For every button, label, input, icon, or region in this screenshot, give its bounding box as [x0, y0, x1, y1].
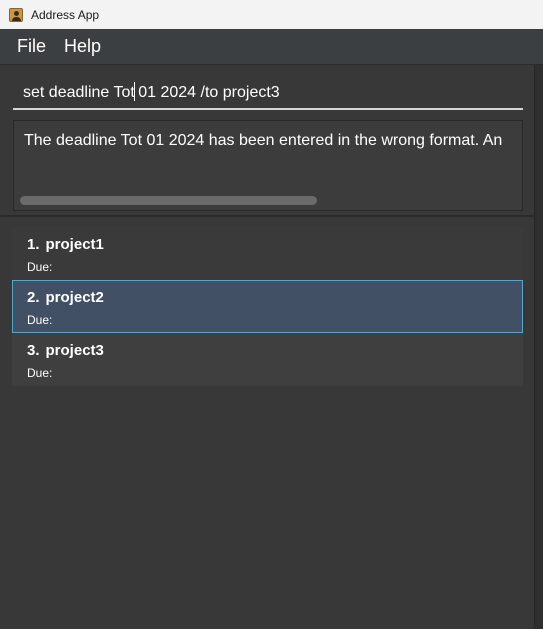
- main-content: set deadline Tot 01 2024 /to project3 Th…: [0, 65, 534, 629]
- address-book-icon: [9, 7, 23, 22]
- split-divider[interactable]: [0, 215, 534, 217]
- menu-file[interactable]: File: [8, 36, 55, 57]
- project-index: 1.: [27, 236, 40, 253]
- project-name: project3: [45, 342, 104, 359]
- project-name: project2: [45, 289, 104, 306]
- command-text-before-caret: set deadline Tot: [23, 84, 135, 101]
- project-due-label: Due:: [27, 313, 53, 327]
- result-display: The deadline Tot 01 2024 has been entere…: [13, 120, 523, 211]
- project-name: project1: [45, 236, 104, 253]
- project-card-selected[interactable]: 2. project2 Due:: [12, 280, 523, 333]
- result-message: The deadline Tot 01 2024 has been entere…: [24, 132, 503, 149]
- project-index: 3.: [27, 342, 40, 359]
- horizontal-scrollbar[interactable]: [20, 196, 317, 205]
- project-list: 1. project1 Due: 2. project2 Due: 3. projec…: [12, 227, 523, 386]
- title-bar: Address App: [0, 0, 543, 29]
- menu-bar: File Help: [0, 29, 543, 65]
- menu-help[interactable]: Help: [55, 36, 110, 57]
- project-index: 2.: [27, 289, 40, 306]
- app-window: File Help set deadline Tot 01 2024 /to p…: [0, 29, 543, 629]
- command-box[interactable]: set deadline Tot 01 2024 /to project3: [13, 73, 523, 110]
- vertical-scrollbar-track[interactable]: [534, 65, 543, 629]
- project-title: 3. project3: [27, 342, 104, 359]
- window-title: Address App: [31, 7, 100, 22]
- project-title: 2. project2: [27, 289, 104, 306]
- command-text-after-caret: 01 2024 /to project3: [133, 84, 280, 101]
- project-due-label: Due:: [27, 260, 53, 274]
- project-due-label: Due:: [27, 366, 53, 380]
- project-title: 1. project1: [27, 236, 104, 253]
- project-card[interactable]: 3. project3 Due:: [12, 333, 523, 386]
- command-input[interactable]: set deadline Tot 01 2024 /to project3: [23, 82, 513, 102]
- project-card[interactable]: 1. project1 Due:: [12, 227, 523, 280]
